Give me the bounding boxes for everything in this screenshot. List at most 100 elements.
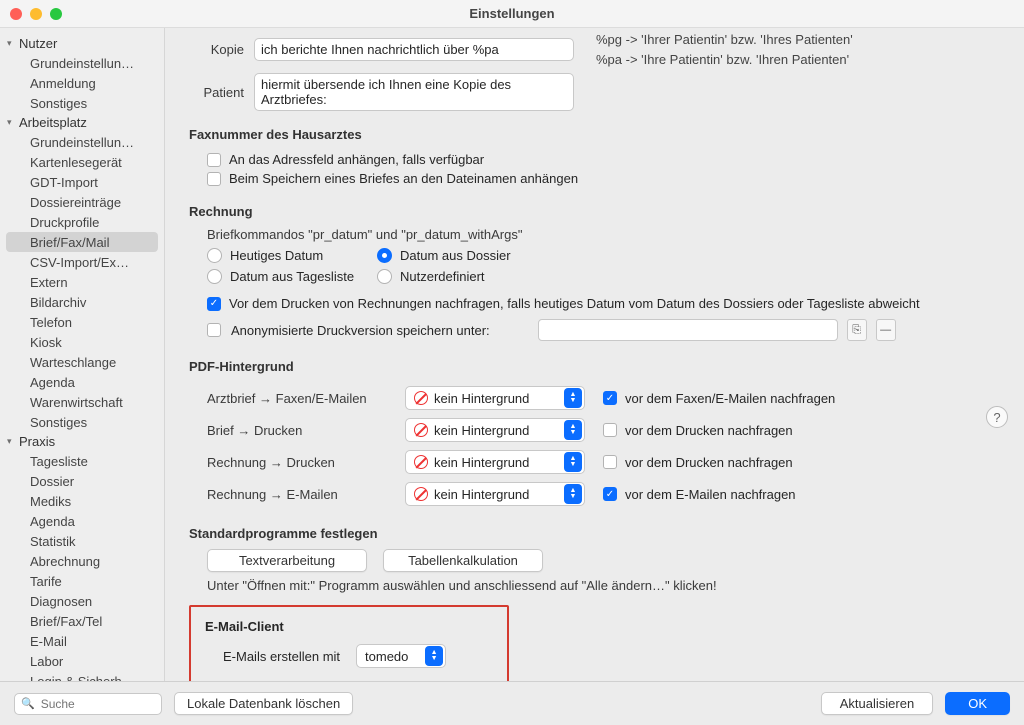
pdf-bg-select[interactable]: kein Hintergrund ▲▼ [405,450,585,474]
confirm-print-label: Vor dem Drucken von Rechnungen nachfrage… [229,296,920,311]
textverarbeitung-button[interactable]: Textverarbeitung [207,549,367,572]
pdf-confirm-checkbox[interactable]: ✓ [603,487,617,501]
pdf-bg-value: kein Hintergrund [434,423,529,438]
sidebar-group-header[interactable]: ▾Praxis [0,432,164,451]
search-field[interactable] [41,697,155,711]
forbidden-icon [414,423,428,437]
sidebar-item[interactable]: Dossiereinträge [0,192,164,212]
radio-today-label: Heutiges Datum [230,248,323,263]
anon-label: Anonymisierte Druckversion speichern unt… [231,323,490,338]
pdf-bg-select[interactable]: kein Hintergrund ▲▼ [405,418,585,442]
sidebar-group-label: Arbeitsplatz [19,115,87,130]
sidebar-item[interactable]: Brief/Fax/Mail [6,232,158,252]
pdf-row-label: Rechnung → E-Mailen [207,487,387,502]
chevron-updown-icon: ▲▼ [564,452,582,472]
sidebar-item[interactable]: CSV-Import/Ex… [0,252,164,272]
chevron-updown-icon: ▲▼ [425,646,443,666]
pdf-confirm-checkbox[interactable] [603,455,617,469]
radio-tagesliste-label: Datum aus Tagesliste [230,269,354,284]
pdf-bg-value: kein Hintergrund [434,455,529,470]
search-input[interactable]: 🔍 [14,693,162,715]
radio-dossier[interactable] [377,248,392,263]
tabellenkalkulation-button[interactable]: Tabellenkalkulation [383,549,543,572]
fax-addr-label: An das Adressfeld anhängen, falls verfüg… [229,152,484,167]
sidebar-item[interactable]: Mediks [0,491,164,511]
sidebar-item[interactable]: Sonstiges [0,412,164,432]
sidebar-item[interactable]: Bildarchiv [0,292,164,312]
forbidden-icon [414,487,428,501]
patient-input[interactable]: hiermit übersende ich Ihnen eine Kopie d… [254,73,574,111]
sidebar: ▾NutzerGrundeinstellun…AnmeldungSonstige… [0,28,165,681]
sidebar-item[interactable]: Diagnosen [0,591,164,611]
sidebar-item[interactable]: Statistik [0,531,164,551]
pdf-row-label: Arztbrief → Faxen/E-Mailen [207,391,387,406]
sidebar-item[interactable]: Kiosk [0,332,164,352]
std-hint: Unter "Öffnen mit:" Programm auswählen u… [189,578,1008,593]
sidebar-group-header[interactable]: ▾Nutzer [0,34,164,53]
email-client-section: E-Mail-Client E-Mails erstellen mit tome… [189,605,509,681]
sidebar-item[interactable]: Anmeldung [0,73,164,93]
sidebar-item[interactable]: Warenwirtschaft [0,392,164,412]
rechnung-subtitle: Briefkommandos "pr_datum" und "pr_datum_… [189,227,1008,242]
sidebar-item[interactable]: Warteschlange [0,352,164,372]
sidebar-group-label: Nutzer [19,36,57,51]
sidebar-item[interactable]: Tarife [0,571,164,591]
sidebar-item[interactable]: Druckprofile [0,212,164,232]
sidebar-item[interactable]: Agenda [0,511,164,531]
radio-today[interactable] [207,248,222,263]
pdf-bg-value: kein Hintergrund [434,487,529,502]
browse-button[interactable]: ⎘ [847,319,867,341]
sidebar-item[interactable]: Abrechnung [0,551,164,571]
pdf-confirm-checkbox[interactable] [603,423,617,437]
footer: 🔍 Lokale Datenbank löschen Aktualisieren… [0,681,1024,725]
email-client-select[interactable]: tomedo ▲▼ [356,644,446,668]
pdf-bg-value: kein Hintergrund [434,391,529,406]
pdf-bg-select[interactable]: kein Hintergrund ▲▼ [405,386,585,410]
search-icon: 🔍 [21,697,35,710]
anon-checkbox[interactable] [207,323,221,337]
email-client-value: tomedo [365,649,408,664]
sidebar-item[interactable]: Telefon [0,312,164,332]
fax-filename-checkbox[interactable] [207,172,221,186]
radio-user[interactable] [377,269,392,284]
sidebar-item[interactable]: Grundeinstellun… [0,53,164,73]
sidebar-item[interactable]: Labor [0,651,164,671]
pdf-confirm-label: vor dem E-Mailen nachfragen [625,487,796,502]
section-fax-title: Faxnummer des Hausarztes [189,127,1008,142]
radio-tagesliste[interactable] [207,269,222,284]
delete-local-db-button[interactable]: Lokale Datenbank löschen [174,692,353,715]
forbidden-icon [414,455,428,469]
help-button[interactable]: ? [986,406,1008,428]
chevron-down-icon: ▾ [7,117,19,128]
anon-path-input[interactable] [538,319,838,341]
content-pane: Kopie ich berichte Ihnen nachrichtlich ü… [165,28,1024,681]
kopie-input[interactable]: ich berichte Ihnen nachrichtlich über %p… [254,38,574,61]
remove-button[interactable]: — [876,319,896,341]
sidebar-item[interactable]: Tagesliste [0,451,164,471]
sidebar-item[interactable]: Dossier [0,471,164,491]
email-title: E-Mail-Client [205,619,493,634]
sidebar-item[interactable]: Login & Sicherh… [0,671,164,681]
fax-filename-label: Beim Speichern eines Briefes an den Date… [229,171,578,186]
pdf-confirm-label: vor dem Drucken nachfragen [625,455,793,470]
sidebar-item[interactable]: Kartenlesegerät [0,152,164,172]
sidebar-item[interactable]: E-Mail [0,631,164,651]
confirm-print-checkbox[interactable]: ✓ [207,297,221,311]
chevron-updown-icon: ▲▼ [564,420,582,440]
sidebar-group-header[interactable]: ▾Arbeitsplatz [0,113,164,132]
chevron-updown-icon: ▲▼ [564,388,582,408]
pdf-confirm-checkbox[interactable]: ✓ [603,391,617,405]
sidebar-item[interactable]: GDT-Import [0,172,164,192]
ok-button[interactable]: OK [945,692,1010,715]
pdf-bg-select[interactable]: kein Hintergrund ▲▼ [405,482,585,506]
sidebar-item[interactable]: Agenda [0,372,164,392]
fax-addr-checkbox[interactable] [207,153,221,167]
sidebar-item[interactable]: Extern [0,272,164,292]
chevron-updown-icon: ▲▼ [564,484,582,504]
sidebar-item[interactable]: Brief/Fax/Tel [0,611,164,631]
pdf-confirm-label: vor dem Faxen/E-Mailen nachfragen [625,391,835,406]
sidebar-group-label: Praxis [19,434,55,449]
sidebar-item[interactable]: Sonstiges [0,93,164,113]
sidebar-item[interactable]: Grundeinstellun… [0,132,164,152]
refresh-button[interactable]: Aktualisieren [821,692,933,715]
